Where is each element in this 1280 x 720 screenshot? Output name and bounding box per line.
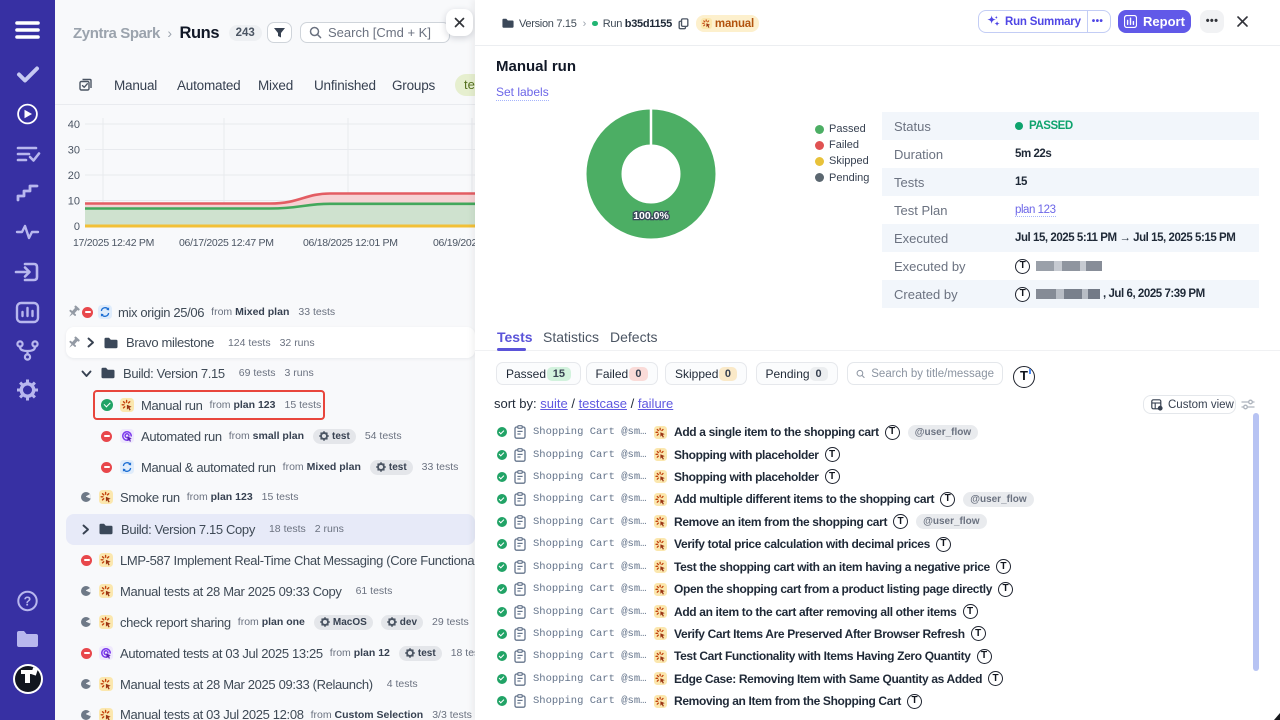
svg-text:100.0%: 100.0% (633, 210, 669, 222)
svg-text:06/18/2025 12:01 PM: 06/18/2025 12:01 PM (303, 237, 398, 249)
svg-text:10: 10 (68, 196, 80, 208)
svg-text:0: 0 (74, 221, 80, 233)
svg-text:20: 20 (68, 170, 80, 182)
svg-text:06/19/2025: 06/19/2025 (433, 237, 475, 249)
svg-text:?: ? (24, 595, 32, 609)
svg-text:30: 30 (68, 145, 80, 157)
svg-text:17/2025 12:42 PM: 17/2025 12:42 PM (73, 237, 154, 249)
svg-text:40: 40 (68, 119, 80, 131)
svg-text:06/17/2025 12:47 PM: 06/17/2025 12:47 PM (179, 237, 274, 249)
